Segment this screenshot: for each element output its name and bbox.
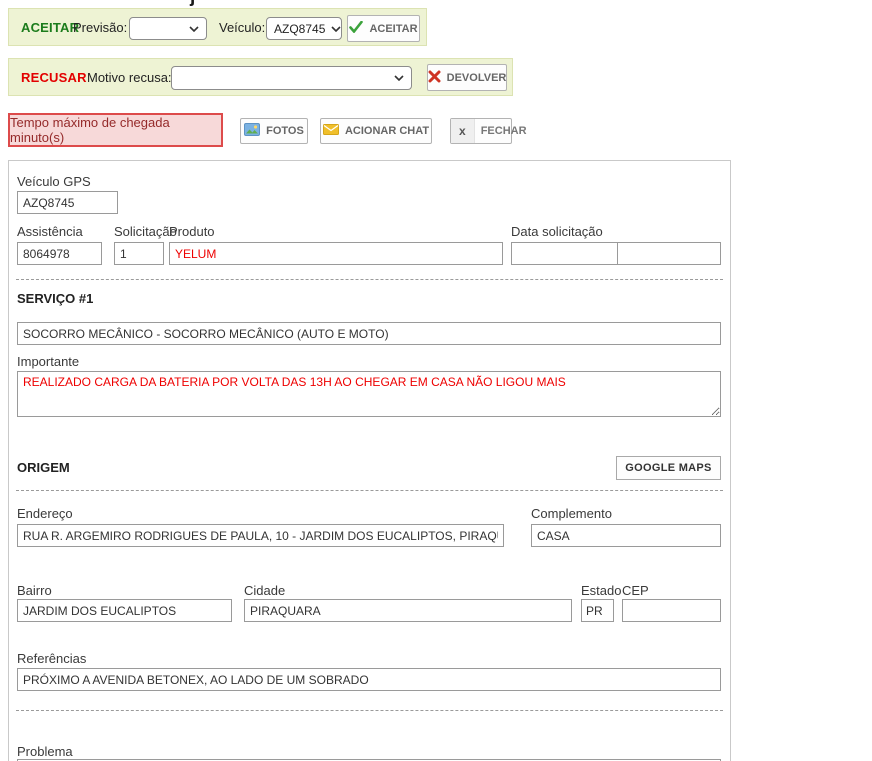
solicitacao-input[interactable]	[114, 242, 164, 265]
cropped-text-fragment: j	[190, 0, 195, 8]
chevron-down-icon	[394, 75, 404, 81]
fechar-button-label: FECHAR	[481, 125, 527, 137]
cep-input[interactable]	[622, 599, 721, 622]
data-solicitacao-label: Data solicitação	[511, 224, 603, 239]
aceitar-button[interactable]: ACEITAR	[347, 15, 420, 42]
accept-title: ACEITAR	[21, 9, 79, 45]
aceitar-button-label: ACEITAR	[369, 23, 417, 35]
check-icon	[349, 21, 363, 36]
endereco-label: Endereço	[17, 506, 73, 521]
veiculo-gps-input[interactable]	[17, 191, 118, 214]
importante-label: Importante	[17, 354, 79, 369]
servico-input[interactable]	[17, 322, 721, 345]
referencias-input[interactable]	[17, 668, 721, 691]
google-maps-button-label: GOOGLE MAPS	[625, 462, 711, 474]
complemento-input[interactable]	[531, 524, 721, 547]
veiculo-gps-label: Veículo GPS	[17, 174, 91, 189]
data-solicitacao-input-1[interactable]	[511, 242, 618, 265]
devolver-button[interactable]: DEVOLVER	[427, 64, 507, 91]
produto-label: Produto	[169, 224, 215, 239]
chevron-down-icon	[331, 26, 341, 32]
veiculo-select-value: AZQ8745	[274, 22, 325, 36]
service-form-panel: Veículo GPS Assistência Solicitação Prod…	[8, 160, 731, 761]
refuse-title: RECUSAR	[21, 59, 87, 95]
estado-label: Estado	[581, 583, 621, 598]
servico-heading: SERVIÇO #1	[17, 291, 93, 306]
motivo-recusa-label: Motivo recusa:	[87, 59, 172, 95]
google-maps-button[interactable]: GOOGLE MAPS	[616, 456, 721, 480]
assistencia-label: Assistência	[17, 224, 83, 239]
fotos-button-label: FOTOS	[266, 125, 304, 137]
bairro-input[interactable]	[17, 599, 232, 622]
problema-label: Problema	[17, 744, 73, 759]
section-divider	[16, 279, 723, 280]
referencias-label: Referências	[17, 651, 86, 666]
data-solicitacao-input-2[interactable]	[617, 242, 721, 265]
x-icon: x	[451, 119, 475, 143]
veiculo-label: Veículo:	[219, 9, 265, 45]
previsao-select[interactable]	[129, 17, 207, 40]
section-divider	[16, 710, 723, 711]
cidade-input[interactable]	[244, 599, 572, 622]
envelope-icon	[323, 124, 339, 138]
complemento-label: Complemento	[531, 506, 612, 521]
cep-label: CEP	[622, 583, 649, 598]
photo-icon	[244, 123, 260, 139]
fechar-button[interactable]: x FECHAR	[450, 118, 512, 144]
assistencia-input[interactable]	[17, 242, 102, 265]
veiculo-select[interactable]: AZQ8745	[266, 17, 342, 40]
accept-bar: ACEITAR Previsão: Veículo: AZQ8745 ACEIT…	[8, 8, 427, 46]
previsao-label: Previsão:	[73, 9, 127, 45]
tempo-maximo-notice: Tempo máximo de chegada minuto(s)	[8, 113, 223, 147]
devolver-button-label: DEVOLVER	[447, 72, 507, 84]
motivo-recusa-select[interactable]	[171, 66, 412, 90]
origem-heading: ORIGEM	[17, 460, 70, 475]
chevron-down-icon	[189, 26, 199, 32]
fotos-button[interactable]: FOTOS	[240, 118, 308, 144]
importante-textarea[interactable]: REALIZADO CARGA DA BATERIA POR VOLTA DAS…	[17, 371, 721, 417]
produto-input[interactable]	[169, 242, 503, 265]
solicitacao-label: Solicitação	[114, 224, 177, 239]
acionar-chat-button-label: ACIONAR CHAT	[345, 125, 429, 137]
endereco-input[interactable]	[17, 524, 504, 547]
estado-input[interactable]	[581, 599, 614, 622]
refuse-bar: RECUSAR Motivo recusa: DEVOLVER	[8, 58, 513, 96]
acionar-chat-button[interactable]: ACIONAR CHAT	[320, 118, 432, 144]
screen: j ACEITAR Previsão: Veículo: AZQ8745 ACE…	[0, 0, 872, 761]
cidade-label: Cidade	[244, 583, 285, 598]
x-mark-icon	[428, 70, 441, 86]
section-divider	[16, 490, 723, 491]
bairro-label: Bairro	[17, 583, 52, 598]
tempo-maximo-text: Tempo máximo de chegada minuto(s)	[10, 115, 221, 145]
